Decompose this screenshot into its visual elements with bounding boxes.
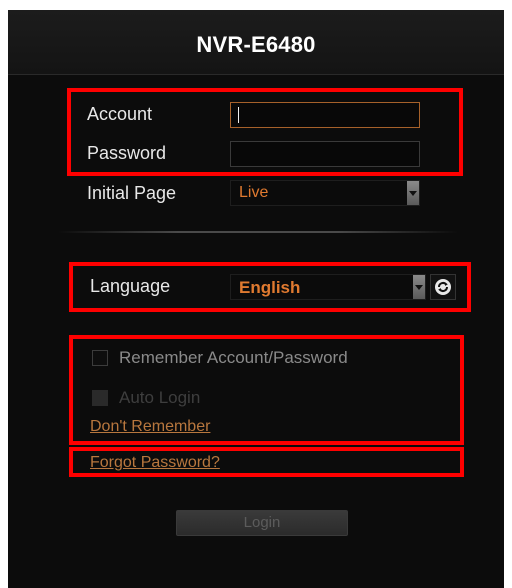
divider — [58, 231, 458, 233]
login-panel: NVR-E6480 Account Password Initial Page … — [8, 10, 504, 588]
highlight-language — [69, 262, 471, 312]
header-bar: NVR-E6480 — [8, 10, 504, 75]
chevron-down-icon[interactable] — [407, 181, 419, 205]
highlight-remember — [69, 335, 464, 445]
initial-page-select[interactable]: Live — [230, 180, 420, 206]
highlight-credentials — [67, 88, 463, 176]
highlight-forgot-password — [69, 447, 464, 477]
device-title: NVR-E6480 — [196, 32, 316, 57]
login-button[interactable]: Login — [176, 510, 348, 536]
initial-page-label: Initial Page — [87, 183, 177, 203]
initial-page-value: Live — [239, 184, 269, 201]
